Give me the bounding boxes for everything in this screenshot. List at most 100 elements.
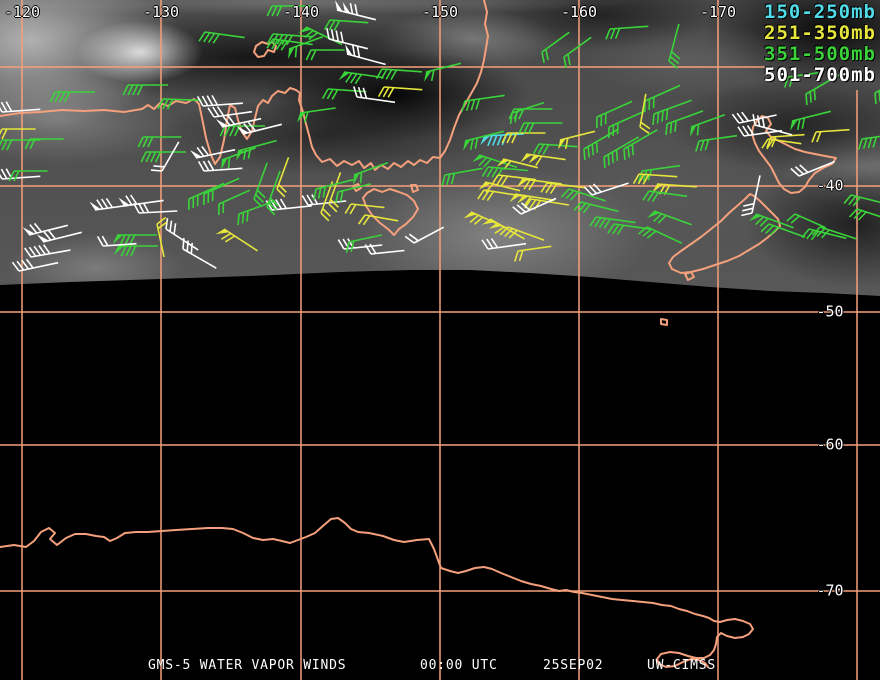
wind-barb	[165, 217, 199, 251]
wind-barb	[36, 229, 82, 243]
barb-staff	[0, 101, 41, 113]
coastline-nz-south-island	[668, 193, 781, 274]
barb-staff	[695, 134, 738, 152]
barb-staff	[638, 226, 683, 244]
wind-barb	[49, 91, 95, 103]
wind-barb	[8, 170, 48, 182]
product-title: GMS-5 WATER VAPOR WINDS	[148, 658, 347, 673]
barb-staff	[364, 243, 405, 255]
wind-barb	[623, 129, 658, 161]
barb-staff	[323, 19, 369, 31]
wind-barb	[140, 151, 186, 163]
barb-staff	[165, 217, 199, 251]
barb-staff	[741, 175, 761, 217]
barb-staff	[541, 31, 570, 63]
barb-staff	[326, 28, 368, 50]
barb-staff	[358, 214, 399, 226]
latitude-label: -50	[816, 302, 844, 321]
wind-barb	[156, 216, 168, 258]
barb-staff	[532, 143, 578, 155]
wind-barb	[266, 170, 281, 216]
barb-staff	[137, 136, 182, 148]
wind-barb	[253, 162, 268, 208]
barb-staff	[509, 101, 545, 125]
wind-barb	[203, 177, 240, 206]
wind-barb	[236, 139, 277, 161]
wind-barb	[690, 113, 726, 137]
barb-staff	[638, 164, 681, 182]
barb-staff	[305, 49, 345, 61]
wind-barb	[843, 194, 880, 207]
barb-staff	[605, 25, 649, 40]
barb-staff	[843, 194, 880, 207]
barb-staff	[242, 121, 282, 135]
wind-barb	[364, 243, 405, 255]
wind-barb	[118, 194, 164, 207]
wind-barb	[197, 160, 243, 172]
wind-barb	[520, 153, 566, 166]
barb-staff	[623, 129, 658, 161]
barb-staff	[118, 245, 158, 257]
barb-staff	[573, 201, 619, 214]
barb-staff	[644, 84, 681, 113]
wind-barb	[532, 143, 578, 155]
wind-barb	[137, 136, 182, 148]
longitude-label: -120	[3, 3, 41, 21]
barb-staff	[790, 160, 835, 177]
wind-barb	[326, 28, 368, 50]
valid-date: 25SEP02	[543, 658, 604, 673]
barb-staff	[344, 203, 385, 215]
barb-staff	[11, 258, 59, 272]
wind-barb	[215, 228, 258, 252]
wind-barb	[638, 164, 681, 182]
wind-barb	[786, 213, 827, 229]
wind-barb	[345, 44, 386, 66]
wind-barb	[358, 214, 399, 226]
caption-bar: GMS-5 WATER VAPOR WINDS 00:00 UTC 25SEP0…	[0, 658, 880, 676]
barb-staff	[117, 234, 157, 246]
barb-staff	[49, 91, 95, 103]
wind-barb	[638, 226, 683, 244]
barb-staff	[668, 23, 681, 69]
latitude-label: -70	[816, 581, 844, 600]
coastline-australia	[0, 0, 489, 171]
barb-staff	[858, 135, 880, 150]
barb-staff	[848, 208, 880, 221]
wind-barb	[323, 19, 369, 31]
coastline-small-island	[660, 318, 668, 326]
legend-item-351-500mb: 351-500mb	[764, 43, 876, 65]
legend-item-150-250mb: 150-250mb	[764, 1, 876, 23]
barb-staff	[791, 110, 831, 131]
wind-barb	[760, 223, 806, 238]
barb-staff	[524, 198, 570, 211]
coastline-antarctica	[0, 517, 754, 668]
barb-staff	[583, 182, 629, 196]
barb-staff	[608, 110, 645, 139]
wind-barb	[811, 226, 857, 240]
barb-staff	[518, 122, 563, 134]
coastline-stewart-island	[684, 271, 695, 281]
wind-barb	[644, 84, 681, 113]
barb-staff	[288, 35, 324, 58]
wind-barb	[236, 121, 282, 135]
barb-staff	[377, 86, 423, 98]
wind-barb	[509, 101, 545, 125]
wind-barb	[157, 98, 202, 110]
wind-barb	[11, 258, 59, 272]
barb-staff	[42, 229, 82, 243]
barb-staff	[150, 141, 180, 172]
barb-staff	[182, 237, 217, 269]
barb-staff	[425, 62, 462, 82]
wind-barb	[605, 25, 649, 40]
wind-barb	[377, 86, 423, 98]
barb-staff	[811, 128, 850, 143]
wind-barb	[288, 35, 324, 59]
barb-staff	[760, 223, 806, 238]
wind-barb	[790, 160, 835, 177]
barb-staff	[563, 36, 592, 68]
wind-barb	[563, 36, 592, 68]
barb-staff	[195, 146, 236, 159]
wind-barb	[858, 135, 880, 150]
legend-item-501-700mb: 501-700mb	[764, 64, 876, 86]
longitude-label: -170	[699, 3, 737, 21]
